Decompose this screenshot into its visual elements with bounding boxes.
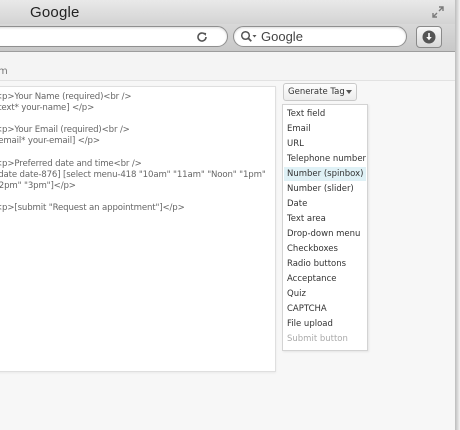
menu-item-telephone-number[interactable]: Telephone number — [284, 152, 366, 166]
menu-item-checkboxes[interactable]: Checkboxes — [284, 242, 366, 256]
menu-item-text-field[interactable]: Text field — [284, 107, 366, 121]
browser-toolbar: Google — [0, 24, 455, 52]
menu-item-number-slider[interactable]: Number (slider) — [284, 182, 366, 196]
code-line: [email* your-email] </p> — [0, 136, 100, 146]
chevron-down-icon — [346, 90, 352, 94]
menu-item-drop-down-menu[interactable]: Drop-down menu — [284, 227, 366, 241]
code-line: <p>[submit "Request an appointment"]</p> — [0, 203, 185, 213]
reload-icon[interactable] — [195, 30, 209, 44]
code-line: "2pm" "3pm"]</p> — [0, 181, 76, 191]
menu-item-email[interactable]: Email — [284, 122, 366, 136]
menu-item-radio-buttons[interactable]: Radio buttons — [284, 257, 366, 271]
generate-tag-button[interactable]: Generate Tag — [283, 83, 357, 101]
window-title: Google — [30, 4, 80, 21]
search-field[interactable]: Google — [233, 26, 407, 47]
search-icon — [240, 30, 257, 42]
window-edge — [455, 0, 460, 430]
menu-item-text-area[interactable]: Text area — [284, 212, 366, 226]
code-line: [text* your-name] </p> — [0, 103, 95, 113]
download-icon — [422, 30, 436, 44]
menu-item-captcha[interactable]: CAPTCHA — [284, 302, 366, 316]
generate-tag-label: Generate Tag — [288, 87, 345, 97]
menu-item-file-upload[interactable]: File upload — [284, 317, 366, 331]
code-line: <p>Your Name (required)<br /> — [0, 92, 132, 102]
page-header-text: m — [0, 66, 8, 77]
generate-tag-menu: Text field Email URL Telephone number Nu… — [282, 104, 368, 351]
page-header: m — [0, 52, 455, 81]
form-code-editor[interactable]: <p>Your Name (required)<br /> [text* you… — [0, 86, 276, 372]
menu-item-submit-button[interactable]: Submit button — [284, 332, 366, 346]
menu-item-acceptance[interactable]: Acceptance — [284, 272, 366, 286]
menu-item-url[interactable]: URL — [284, 137, 366, 151]
menu-item-number-spinbox[interactable]: Number (spinbox) — [284, 167, 366, 181]
window-titlebar: Google — [0, 0, 455, 25]
menu-item-date[interactable]: Date — [284, 197, 366, 211]
address-bar[interactable] — [0, 26, 228, 47]
code-line: <p>Preferred date and time<br /> — [0, 159, 142, 169]
code-line: <p>Your Email (required)<br /> — [0, 125, 130, 135]
search-input-value: Google — [261, 29, 303, 44]
menu-item-quiz[interactable]: Quiz — [284, 287, 366, 301]
download-button[interactable] — [416, 26, 442, 48]
code-line: [date date-876] [select menu-418 "10am" … — [0, 170, 266, 180]
expand-arrows-icon[interactable] — [431, 5, 445, 19]
